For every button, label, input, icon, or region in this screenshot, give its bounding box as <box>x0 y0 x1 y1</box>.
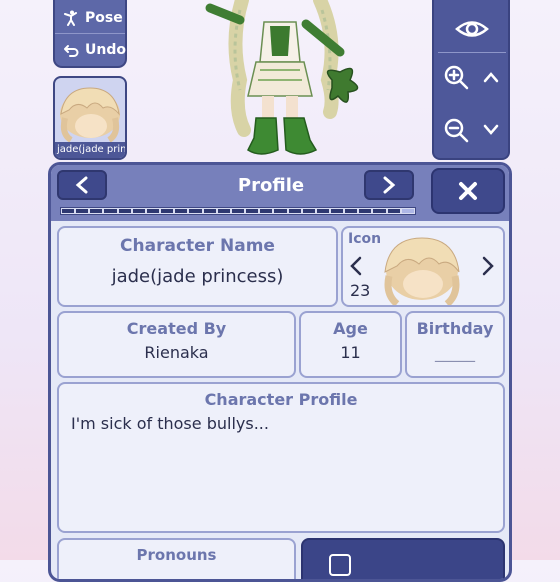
character-name-field[interactable]: Character Name jade(jade princess) <box>57 226 338 307</box>
progress-segment <box>387 209 400 213</box>
zoom-in-icon <box>444 65 469 90</box>
birthday-label: Birthday <box>416 319 494 338</box>
progress-segment <box>260 209 273 213</box>
created-by-field[interactable]: Created By Rienaka <box>57 311 296 378</box>
progress-segment <box>401 209 414 213</box>
icon-next-button[interactable] <box>481 256 495 280</box>
progress-segment <box>217 209 230 213</box>
chevron-right-icon <box>383 176 396 194</box>
avatar-caption: jade(jade prin <box>55 142 125 158</box>
close-button[interactable] <box>431 168 505 214</box>
birthday-field[interactable]: Birthday _____ <box>405 311 505 378</box>
age-value: 11 <box>340 343 361 362</box>
profile-progress-bar <box>60 207 416 215</box>
next-button[interactable] <box>364 170 414 200</box>
progress-segment <box>76 209 89 213</box>
chevron-left-icon <box>350 256 362 276</box>
chevron-up-icon <box>483 72 499 83</box>
visibility-button[interactable] <box>438 12 506 46</box>
progress-segment <box>161 209 174 213</box>
move-down-button[interactable] <box>476 113 506 147</box>
zoom-out-icon <box>444 118 469 143</box>
progress-segment <box>175 209 188 213</box>
character-name-value: jade(jade princess) <box>111 266 284 287</box>
zoom-out-button[interactable] <box>438 113 474 147</box>
progress-segment <box>274 209 287 213</box>
progress-segment <box>146 209 160 213</box>
progress-segment <box>118 209 131 213</box>
age-label: Age <box>333 319 368 338</box>
progress-segment <box>231 209 245 213</box>
progress-segment <box>288 209 301 213</box>
progress-segment <box>203 209 216 213</box>
progress-segment <box>104 209 117 213</box>
character-slot[interactable]: jade(jade prin <box>53 76 127 160</box>
avatar <box>60 87 120 143</box>
pronouns-label: Pronouns <box>136 546 217 564</box>
dialog-header: Profile <box>51 165 509 221</box>
character-profile-value: I'm sick of those bullys... <box>71 414 269 433</box>
progress-segment <box>345 209 358 213</box>
profile-dialog: Profile Character Name jade(jade princes… <box>48 162 512 582</box>
undo-button[interactable]: Undo <box>55 34 126 66</box>
progress-segment <box>316 209 329 213</box>
progress-segment <box>62 209 75 213</box>
icon-number: 23 <box>350 281 371 300</box>
dialog-title: Profile <box>237 175 305 196</box>
icon-selector: Icon 23 <box>341 226 505 307</box>
progress-segment <box>246 209 259 213</box>
character-profile-field[interactable]: Character Profile I'm sick of those bull… <box>57 382 505 533</box>
eye-icon <box>455 21 489 37</box>
progress-segment <box>132 209 145 213</box>
pose-button[interactable]: Pose <box>55 2 125 34</box>
progress-segment <box>90 209 103 213</box>
undo-icon <box>64 45 79 57</box>
character-figure[interactable] <box>200 0 400 165</box>
created-by-value: Rienaka <box>144 343 209 362</box>
zoom-in-button[interactable] <box>438 60 474 94</box>
pose-icon <box>64 10 77 26</box>
progress-segment <box>302 209 315 213</box>
created-by-label: Created By <box>126 319 227 338</box>
view-panel <box>432 0 510 160</box>
character-profile-label: Character Profile <box>204 390 358 409</box>
pronouns-field[interactable]: Pronouns <box>57 538 296 579</box>
progress-segment <box>330 209 344 213</box>
move-up-button[interactable] <box>476 60 506 94</box>
close-icon <box>459 182 477 200</box>
progress-segment <box>189 209 202 213</box>
action-button[interactable] <box>301 538 505 579</box>
chevron-right-icon <box>482 256 494 276</box>
progress-segment <box>373 209 386 213</box>
age-field[interactable]: Age 11 <box>299 311 402 378</box>
progress-segment <box>359 209 372 213</box>
chevron-left-icon <box>75 176 88 194</box>
icon-previous-button[interactable] <box>349 256 363 280</box>
tool-panel: Pose Undo <box>53 0 127 68</box>
action-icon <box>329 554 351 576</box>
previous-button[interactable] <box>57 170 107 200</box>
birthday-value: _____ <box>435 343 475 362</box>
chevron-down-icon <box>483 124 499 135</box>
icon-preview <box>384 237 460 305</box>
character-name-label: Character Name <box>120 236 275 256</box>
undo-label: Undo <box>85 42 126 58</box>
pose-label: Pose <box>85 9 123 26</box>
